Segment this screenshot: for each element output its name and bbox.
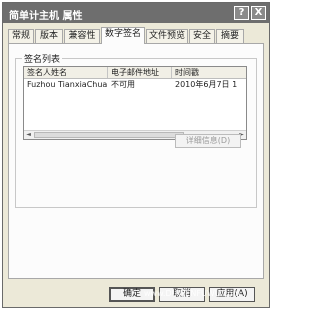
group-label: 签名列表 bbox=[22, 52, 63, 65]
column-timestamp[interactable]: 时间戳 bbox=[172, 67, 246, 78]
watermark: www.DUWENFUWU.com bbox=[144, 289, 241, 298]
table-row[interactable]: Fuzhou TianxiaChua 不可用 2010年6月7日 1 bbox=[24, 79, 246, 90]
column-email[interactable]: 电子邮件地址 bbox=[108, 67, 172, 78]
tab-version[interactable]: 版本 bbox=[35, 29, 63, 43]
cell-signer-name: Fuzhou TianxiaChua bbox=[27, 80, 108, 89]
tab-panel: 签名列表 签名人姓名 电子邮件地址 时间戳 Fuzhou TianxiaChua… bbox=[8, 43, 264, 279]
cell-email: 不可用 bbox=[111, 80, 135, 89]
column-signer-name[interactable]: 签名人姓名 bbox=[24, 67, 108, 78]
help-button[interactable]: ? bbox=[234, 6, 249, 20]
list-header: 签名人姓名 电子邮件地址 时间戳 bbox=[24, 67, 246, 79]
tab-file-preview[interactable]: 文件预览 bbox=[146, 29, 188, 43]
scroll-thumb[interactable] bbox=[34, 132, 184, 138]
details-button[interactable]: 详细信息(D) bbox=[175, 134, 241, 148]
window-title: 简单计主机 属性 bbox=[9, 11, 83, 22]
cell-timestamp: 2010年6月7日 1 bbox=[175, 80, 238, 89]
tab-security[interactable]: 安全 bbox=[189, 29, 215, 43]
scroll-left-icon[interactable]: ◄ bbox=[24, 131, 33, 139]
tab-digital-signatures[interactable]: 数字签名 bbox=[101, 27, 145, 44]
tab-compatibility[interactable]: 兼容性 bbox=[64, 29, 100, 43]
close-button[interactable]: X bbox=[251, 6, 266, 20]
tab-general[interactable]: 常规 bbox=[8, 29, 34, 43]
title-bar[interactable]: 简单计主机 属性 ? X bbox=[3, 3, 269, 23]
signature-listview[interactable]: 签名人姓名 电子邮件地址 时间戳 Fuzhou TianxiaChua 不可用 … bbox=[23, 66, 247, 140]
properties-dialog: 简单计主机 属性 ? X 常规 版本 兼容性 数字签名 文件预览 安全 摘要 签… bbox=[2, 2, 270, 308]
tab-summary[interactable]: 摘要 bbox=[216, 29, 244, 43]
